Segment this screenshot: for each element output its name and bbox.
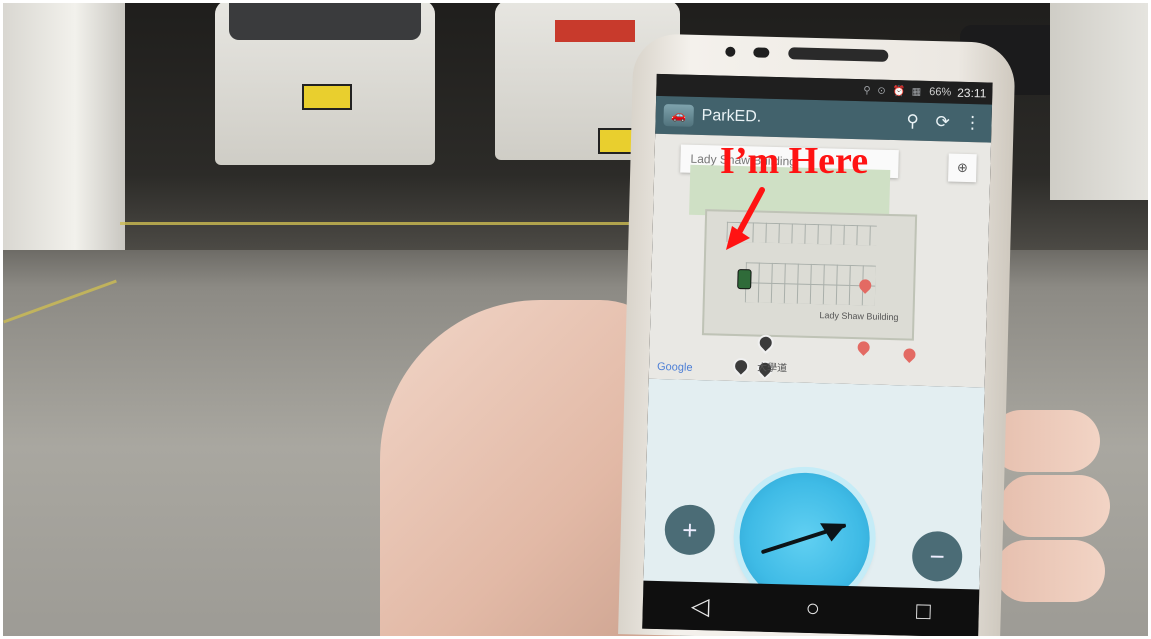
status-icons: ⚲ ⊙ ⏰ ▦	[863, 84, 924, 98]
back-icon[interactable]: ◁	[691, 591, 710, 620]
battery-level: 66%	[929, 85, 952, 99]
home-icon[interactable]: ○	[805, 595, 820, 623]
refresh-icon[interactable]: ⟳	[931, 111, 954, 134]
map-pin[interactable]	[855, 338, 873, 356]
google-attribution: Google	[656, 360, 693, 374]
status-time: 23:11	[957, 85, 987, 101]
search-icon[interactable]: ⚲	[901, 110, 924, 133]
earpiece	[788, 47, 889, 62]
parking-garage-scene: ⚲ ⊙ ⏰ ▦ 66% 23:11 🚗 ParkED. ⚲ ⟳ ⋮ Lady S…	[0, 0, 1151, 639]
car-logo-icon: 🚗	[663, 104, 694, 127]
road-label: 大學道	[756, 362, 788, 375]
android-nav-bar: ◁ ○ □	[642, 580, 980, 638]
finger	[995, 540, 1105, 602]
annotation-label: I’m Here	[720, 140, 869, 182]
parking-spaces	[744, 262, 876, 306]
annotation-arrow-icon	[726, 187, 765, 250]
more-vert-icon[interactable]: ⋮	[961, 112, 984, 135]
smartphone: ⚲ ⊙ ⏰ ▦ 66% 23:11 🚗 ParkED. ⚲ ⟳ ⋮ Lady S…	[618, 33, 1016, 639]
car-marker[interactable]	[737, 269, 752, 290]
direction-arrow-icon	[761, 523, 847, 554]
finger	[1000, 475, 1110, 537]
building-label: Lady Shaw Building	[819, 310, 899, 323]
camera-icon	[725, 46, 736, 57]
finger	[990, 410, 1100, 472]
map-pin[interactable]	[900, 346, 918, 364]
license-plate	[302, 84, 352, 110]
floor-marking	[3, 279, 117, 324]
plus-icon: +	[681, 514, 698, 545]
my-location-icon[interactable]: ⊕	[948, 153, 977, 183]
minus-icon: −	[929, 540, 946, 572]
zoom-in-button[interactable]: +	[664, 504, 716, 556]
navigation-controls: + −	[642, 378, 985, 613]
red-sign	[555, 20, 635, 42]
recents-icon[interactable]: □	[916, 598, 931, 626]
app-title: ParkED.	[701, 107, 762, 126]
parked-van-left	[215, 0, 435, 165]
zoom-out-button[interactable]: −	[911, 530, 963, 582]
floor-marking	[120, 222, 680, 225]
sensor	[753, 47, 770, 58]
white-pillar	[0, 0, 125, 250]
map-pin[interactable]	[729, 354, 753, 378]
right-wall	[1050, 0, 1151, 200]
